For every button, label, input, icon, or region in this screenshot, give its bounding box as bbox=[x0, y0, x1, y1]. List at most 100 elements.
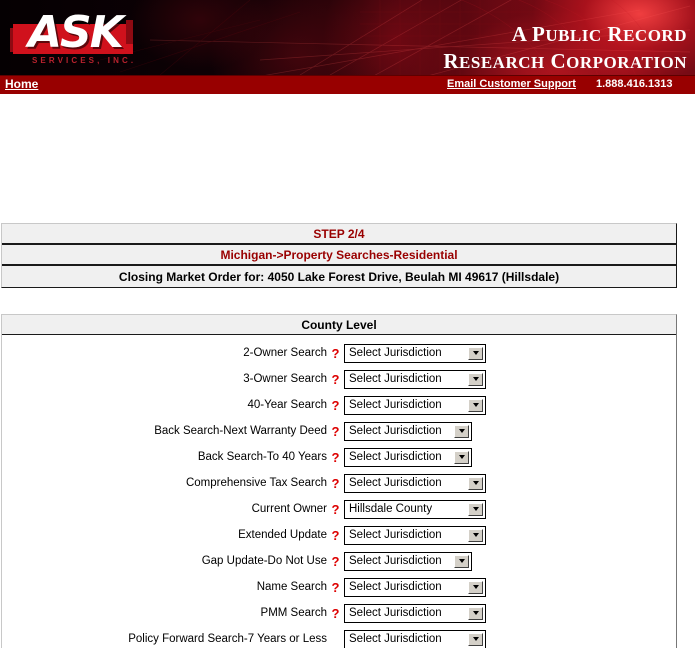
help-question-icon[interactable]: ? bbox=[330, 502, 341, 517]
site-banner: ASK SERVICES, INC. A PUBLIC RECORD RESEA… bbox=[0, 0, 695, 75]
search-option-row: PMM Search? Select Jurisdiction bbox=[2, 600, 676, 626]
ask-logo: ASK SERVICES, INC. bbox=[10, 8, 140, 70]
logo-wordmark: ASK bbox=[28, 7, 124, 58]
order-header-table: STEP 2/4 Michigan->Property Searches-Res… bbox=[1, 223, 677, 288]
search-option-label: PMM Search bbox=[260, 607, 327, 619]
breadcrumb: Michigan->Property Searches-Residential bbox=[220, 247, 458, 262]
search-option-row: Back Search-To 40 Years? Select Jurisdict… bbox=[2, 444, 676, 470]
nav-link-home[interactable]: Home bbox=[5, 77, 38, 91]
banner-tagline: A PUBLIC RECORD RESEARCH CORPORATION bbox=[443, 22, 687, 75]
jurisdiction-select-value: Select Jurisdiction bbox=[349, 425, 442, 437]
search-option-label: Current Owner bbox=[251, 503, 327, 515]
help-question-icon[interactable]: ? bbox=[330, 554, 341, 569]
search-option-label: Gap Update-Do Not Use bbox=[201, 555, 327, 567]
search-option-label: Policy Forward Search-7 Years or Less bbox=[128, 633, 327, 645]
jurisdiction-select[interactable]: Select Jurisdiction bbox=[344, 603, 486, 623]
chevron-down-glyph bbox=[458, 429, 465, 433]
jurisdiction-select-value: Select Jurisdiction bbox=[349, 347, 442, 359]
chevron-down-glyph bbox=[472, 533, 479, 537]
search-option-row: 40-Year Search? Select Jurisdiction bbox=[2, 392, 676, 418]
chevron-down-glyph bbox=[472, 507, 479, 511]
search-option-row: Policy Forward Search-7 Years or Less Sel… bbox=[2, 626, 676, 648]
chevron-down-icon[interactable] bbox=[454, 424, 469, 438]
chevron-down-icon[interactable] bbox=[468, 476, 483, 490]
search-option-label: 40-Year Search bbox=[247, 399, 328, 411]
help-question-icon[interactable]: ? bbox=[330, 346, 341, 361]
help-question-icon[interactable]: ? bbox=[330, 424, 341, 439]
search-option-row: 3-Owner Search? Select Jurisdiction bbox=[2, 366, 676, 392]
chevron-down-icon[interactable] bbox=[454, 554, 469, 568]
chevron-down-icon[interactable] bbox=[468, 528, 483, 542]
search-option-label: Back Search-Next Warranty Deed bbox=[154, 425, 327, 437]
jurisdiction-select-value: Select Jurisdiction bbox=[349, 529, 442, 541]
search-option-label: Name Search bbox=[256, 581, 327, 593]
search-option-row: Extended Update? Select Jurisdiction bbox=[2, 522, 676, 548]
chevron-down-icon[interactable] bbox=[468, 346, 483, 360]
nav-phone-number: 1.888.416.1313 bbox=[596, 78, 673, 90]
chevron-down-icon[interactable] bbox=[468, 606, 483, 620]
nav-link-email-customer-support[interactable]: Email Customer Support bbox=[447, 78, 576, 90]
help-question-icon[interactable]: ? bbox=[330, 450, 341, 465]
jurisdiction-select-value: Select Jurisdiction bbox=[349, 633, 442, 645]
jurisdiction-select-value: Select Jurisdiction bbox=[349, 607, 442, 619]
chevron-down-icon[interactable] bbox=[468, 502, 483, 516]
jurisdiction-select[interactable]: Select Jurisdiction bbox=[344, 395, 486, 415]
chevron-down-icon[interactable] bbox=[454, 450, 469, 464]
help-question-icon[interactable]: ? bbox=[330, 398, 341, 413]
search-option-row: Back Search-Next Warranty Deed? Select Ju… bbox=[2, 418, 676, 444]
jurisdiction-select[interactable]: Select Jurisdiction bbox=[344, 343, 486, 363]
help-question-icon[interactable]: ? bbox=[330, 372, 341, 387]
county-level-panel: County Level 2-Owner Search? Select Juris… bbox=[1, 314, 677, 648]
search-option-label: Back Search-To 40 Years bbox=[197, 451, 327, 463]
help-question-icon[interactable]: ? bbox=[330, 580, 341, 595]
tagline-line-1: A PUBLIC RECORD bbox=[511, 22, 687, 46]
jurisdiction-select[interactable]: Select Jurisdiction bbox=[344, 577, 486, 597]
logo-subtitle: SERVICES, INC. bbox=[32, 56, 137, 65]
chevron-down-icon[interactable] bbox=[468, 632, 483, 646]
county-level-title: County Level bbox=[2, 315, 676, 335]
chevron-down-glyph bbox=[472, 611, 479, 615]
jurisdiction-select[interactable]: Select Jurisdiction bbox=[344, 369, 486, 389]
jurisdiction-select[interactable]: Hillsdale County bbox=[344, 499, 486, 519]
jurisdiction-select-value: Select Jurisdiction bbox=[349, 555, 442, 567]
section-title-label: County Level bbox=[301, 317, 377, 332]
step-row: STEP 2/4 bbox=[2, 224, 676, 245]
chevron-down-glyph bbox=[472, 351, 479, 355]
jurisdiction-select-value: Select Jurisdiction bbox=[349, 581, 442, 593]
logo-right-tab bbox=[126, 20, 133, 44]
jurisdiction-select[interactable]: Select Jurisdiction bbox=[344, 629, 486, 648]
search-option-label: 3-Owner Search bbox=[243, 373, 327, 385]
jurisdiction-select[interactable]: Select Jurisdiction bbox=[344, 447, 472, 467]
chevron-down-glyph bbox=[472, 637, 479, 641]
jurisdiction-select[interactable]: Select Jurisdiction bbox=[344, 473, 486, 493]
page-root: ASK SERVICES, INC. A PUBLIC RECORD RESEA… bbox=[0, 0, 695, 648]
help-question-icon[interactable]: ? bbox=[330, 476, 341, 491]
chevron-down-glyph bbox=[458, 559, 465, 563]
top-nav-bar: Home Email Customer Support 1.888.416.13… bbox=[0, 75, 695, 94]
search-option-label: 2-Owner Search bbox=[243, 347, 327, 359]
jurisdiction-select[interactable]: Select Jurisdiction bbox=[344, 525, 486, 545]
search-option-label: Comprehensive Tax Search bbox=[185, 477, 327, 489]
chevron-down-glyph bbox=[458, 455, 465, 459]
search-option-row: Gap Update-Do Not Use? Select Jurisdictio… bbox=[2, 548, 676, 574]
jurisdiction-select-value: Select Jurisdiction bbox=[349, 399, 442, 411]
search-option-label: Extended Update bbox=[238, 529, 327, 541]
jurisdiction-select-value: Select Jurisdiction bbox=[349, 373, 442, 385]
jurisdiction-select[interactable]: Select Jurisdiction bbox=[344, 421, 472, 441]
search-option-row: 2-Owner Search? Select Jurisdiction bbox=[2, 340, 676, 366]
jurisdiction-select-value: Select Jurisdiction bbox=[349, 477, 442, 489]
jurisdiction-select[interactable]: Select Jurisdiction bbox=[344, 551, 472, 571]
breadcrumb-row: Michigan->Property Searches-Residential bbox=[2, 245, 676, 266]
chevron-down-icon[interactable] bbox=[468, 580, 483, 594]
search-options-list: 2-Owner Search? Select Jurisdiction 3-Owne… bbox=[2, 335, 676, 648]
order-summary-row: Closing Market Order for: 4050 Lake Fore… bbox=[2, 266, 676, 287]
search-option-row: Comprehensive Tax Search? Select Jurisdic… bbox=[2, 470, 676, 496]
chevron-down-icon[interactable] bbox=[468, 398, 483, 412]
step-indicator: STEP 2/4 bbox=[313, 226, 365, 241]
search-option-row: Name Search? Select Jurisdiction bbox=[2, 574, 676, 600]
chevron-down-icon[interactable] bbox=[468, 372, 483, 386]
chevron-down-glyph bbox=[472, 377, 479, 381]
help-question-icon[interactable]: ? bbox=[330, 528, 341, 543]
chevron-down-glyph bbox=[472, 481, 479, 485]
help-question-icon[interactable]: ? bbox=[330, 606, 341, 621]
